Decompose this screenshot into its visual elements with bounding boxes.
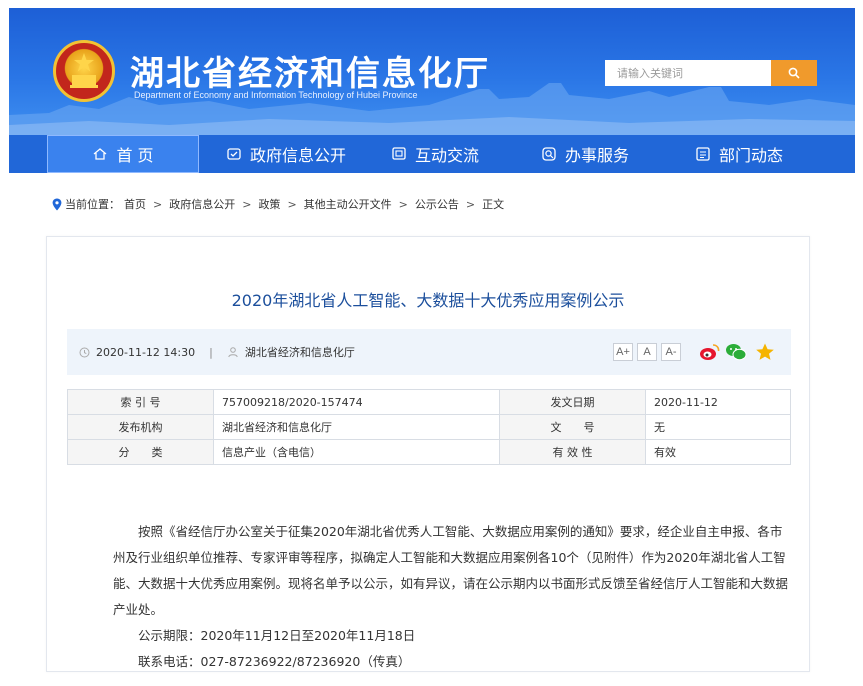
nav-item-label: 部门动态 (718, 146, 783, 165)
docno-value: 无 (645, 414, 791, 440)
nav-item-interaction[interactable]: 互动交流 (385, 135, 485, 173)
table-row: 发布机构 湖北省经济和信息化厅 文 号 无 (67, 414, 791, 440)
breadcrumb-current: 正文 (482, 198, 505, 211)
breadcrumb-home[interactable]: 首页 (124, 196, 146, 212)
wechat-icon[interactable] (725, 342, 747, 362)
font-decrease-button[interactable]: A- (661, 343, 681, 361)
index-label: 索 引 号 (67, 389, 214, 415)
category-label: 分 类 (67, 439, 214, 465)
nav-item-label: 办事服务 (564, 146, 629, 165)
home-icon (94, 148, 107, 160)
breadcrumb-separator: > (465, 197, 476, 211)
org-value: 湖北省经济和信息化厅 (213, 414, 500, 440)
breadcrumb-separator: > (153, 197, 163, 211)
news-icon (696, 147, 710, 161)
org-label: 发布机构 (67, 414, 214, 440)
user-icon (228, 347, 238, 358)
site-subtitle: Department of Economy and Information Te… (134, 90, 418, 100)
breadcrumb-announcements[interactable]: 公示公告 (415, 196, 459, 212)
nav-item-label: 首 页 (116, 146, 154, 165)
notice-period: 公示期限：2020年11月12日至2020年11月18日 (138, 628, 416, 643)
chat-icon (392, 147, 406, 160)
breadcrumb: 当前位置： 首页 > 政府信息公开 > 政策 > 其他主动公开文件 > 公示公告… (52, 196, 504, 212)
table-row: 分 类 信息产业（含电信） 有 效 性 有效 (67, 439, 791, 465)
nav-item-services[interactable]: 办事服务 (535, 135, 635, 173)
article-body: 按照《省经信厅办公室关于征集2020年湖北省优秀人工智能、大数据应用案例的通知》… (113, 519, 793, 675)
breadcrumb-gov-info[interactable]: 政府信息公开 (169, 196, 235, 212)
nav-item-department-news[interactable]: 部门动态 (689, 135, 789, 173)
search-input[interactable] (605, 60, 771, 86)
contact-phone: 联系电话：027-87236922/87236920（传真） (138, 654, 411, 669)
validity-label: 有 效 性 (499, 439, 646, 465)
nav-item-label: 互动交流 (414, 146, 479, 165)
search-icon (788, 67, 800, 79)
nav-item-gov-info[interactable]: 政府信息公开 (221, 135, 351, 173)
site-title: 湖北省经济和信息化厅 (130, 54, 490, 94)
article-paragraph: 按照《省经信厅办公室关于征集2020年湖北省优秀人工智能、大数据应用案例的通知》… (113, 524, 789, 617)
date-label: 发文日期 (499, 389, 646, 415)
location-pin-icon (52, 198, 62, 210)
document-info-table: 索 引 号 757009218/2020-157474 发文日期 2020-11… (67, 389, 791, 465)
weibo-icon[interactable] (699, 342, 721, 362)
document-icon (227, 148, 241, 160)
table-row: 索 引 号 757009218/2020-157474 发文日期 2020-11… (67, 389, 791, 415)
nav-item-label: 政府信息公开 (249, 146, 346, 165)
breadcrumb-policy[interactable]: 政策 (258, 196, 280, 212)
index-value: 757009218/2020-157474 (213, 389, 500, 415)
national-emblem-icon (53, 40, 115, 102)
service-icon (542, 147, 556, 161)
breadcrumb-separator: > (398, 197, 408, 211)
breadcrumb-other-files[interactable]: 其他主动公开文件 (304, 196, 392, 212)
nav-item-home[interactable]: 首 页 (47, 135, 199, 173)
breadcrumb-separator: > (287, 197, 297, 211)
favorite-icon[interactable] (755, 342, 775, 362)
category-value: 信息产业（含电信） (213, 439, 500, 465)
meta-divider: | (209, 345, 213, 359)
search-button[interactable] (771, 60, 817, 86)
article-meta-bar: 2020-11-12 14:30 | 湖北省经济和信息化厅 A+ A A- (67, 329, 791, 375)
date-value: 2020-11-12 (645, 389, 791, 415)
clock-icon (79, 347, 90, 357)
font-increase-button[interactable]: A+ (613, 343, 633, 361)
header-banner: 湖北省经济和信息化厅 Department of Economy and Inf… (9, 8, 855, 135)
breadcrumb-separator: > (242, 197, 252, 211)
breadcrumb-prefix: 当前位置： (65, 198, 120, 211)
article-title: 2020年湖北省人工智能、大数据十大优秀应用案例公示 (231, 291, 625, 310)
validity-value: 有效 (645, 439, 791, 465)
main-nav: 首 页 政府信息公开 互动交流 办事服务 部门动态 (9, 135, 855, 173)
article-date: 2020-11-12 14:30 (96, 345, 196, 359)
docno-label: 文 号 (499, 414, 646, 440)
article-panel: 2020年湖北省人工智能、大数据十大优秀应用案例公示 2020-11-12 14… (46, 236, 810, 672)
article-source: 湖北省经济和信息化厅 (244, 346, 355, 359)
font-normal-button[interactable]: A (637, 343, 657, 361)
